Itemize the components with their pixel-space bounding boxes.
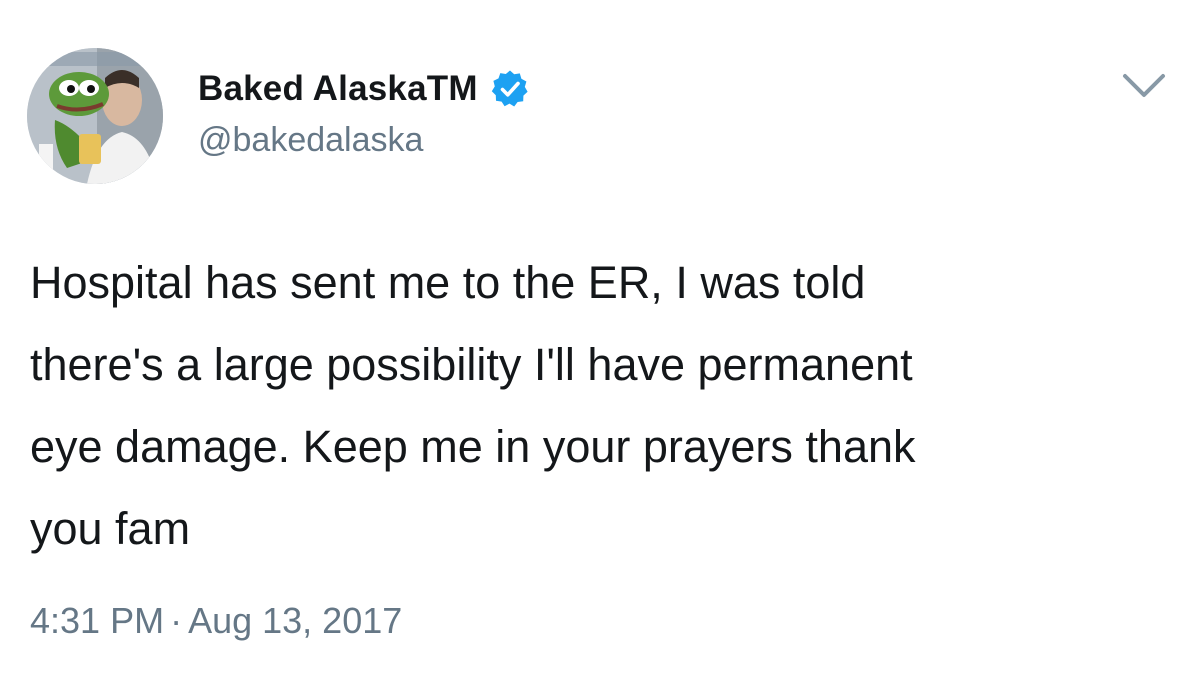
- tweet-time: 4:31 PM: [30, 600, 165, 641]
- chevron-down-icon[interactable]: [1121, 70, 1167, 102]
- meta-separator: ·: [170, 600, 183, 641]
- tweet-text: Hospital has sent me to the ER, I was to…: [30, 257, 916, 554]
- author-handle[interactable]: @bakedalaska: [198, 121, 423, 160]
- author-name-row: Baked AlaskaTM: [198, 64, 530, 114]
- avatar-image: [27, 48, 163, 184]
- tweet-date: Aug 13, 2017: [188, 600, 403, 641]
- tweet-timestamp[interactable]: 4:31 PM · Aug 13, 2017: [30, 600, 402, 642]
- tweet-card: Baked AlaskaTM @bakedalaska Hospital has…: [0, 0, 1200, 681]
- verified-badge-icon: [490, 69, 530, 109]
- avatar[interactable]: [27, 48, 163, 184]
- display-name[interactable]: Baked AlaskaTM: [198, 69, 478, 109]
